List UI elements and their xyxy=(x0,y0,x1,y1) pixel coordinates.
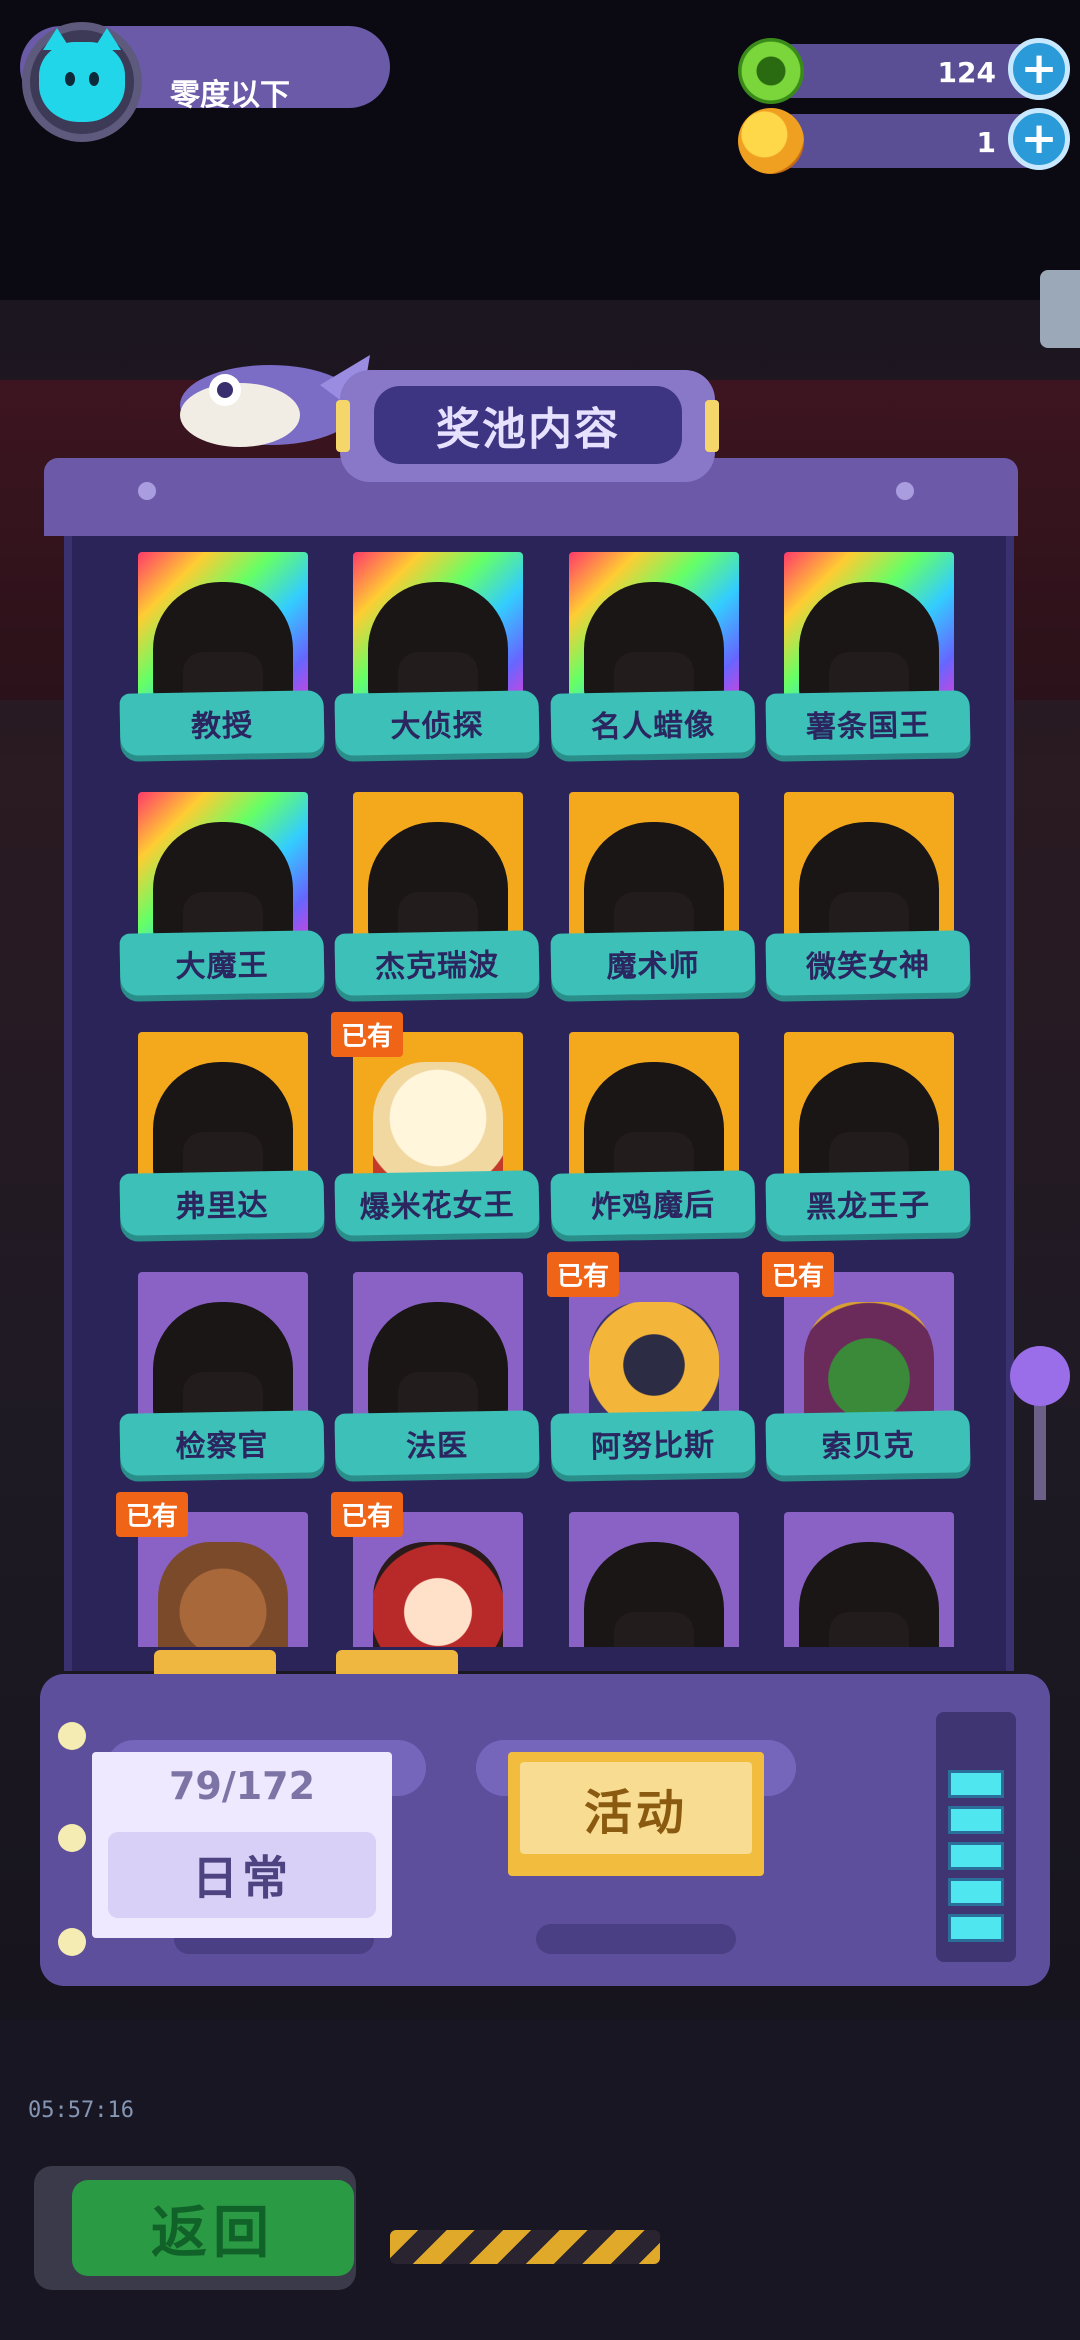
character-card[interactable]: 魔术师 xyxy=(550,792,756,1002)
owned-badge: 已有 xyxy=(331,1012,404,1057)
character-card[interactable]: 索贝克 已有 xyxy=(762,1252,971,1482)
activity-ticket[interactable]: 活动 xyxy=(508,1752,764,1876)
character-name: 法医 xyxy=(334,1410,540,1476)
character-card[interactable] xyxy=(766,1512,966,1647)
control-tab xyxy=(336,1650,458,1676)
owned-badge: 已有 xyxy=(331,1492,404,1537)
character-card[interactable]: 微笑女神 xyxy=(765,792,971,1002)
character-silhouette xyxy=(799,1542,939,1647)
daily-ticket[interactable]: 79/172 日常 xyxy=(92,1752,392,1938)
character-figure xyxy=(373,1542,503,1647)
character-name: 弗里达 xyxy=(119,1170,325,1236)
character-name: 爆米花女王 xyxy=(334,1170,540,1236)
character-card[interactable]: 阿努比斯 已有 xyxy=(547,1252,756,1482)
back-button-frame[interactable]: 返回 xyxy=(34,2166,356,2290)
character-card[interactable]: 黑龙王子 xyxy=(765,1032,971,1242)
player-name: 零度以下 xyxy=(170,78,290,113)
energy-meter xyxy=(936,1712,1016,1962)
character-name: 杰克瑞波 xyxy=(334,930,540,996)
character-card[interactable]: 大侦探 xyxy=(334,552,540,762)
indicator-dot xyxy=(58,1928,86,1956)
currency-planet-token: 1 + xyxy=(738,108,1070,174)
character-name: 薯条国王 xyxy=(765,690,971,756)
character-figure xyxy=(158,1542,288,1647)
character-silhouette xyxy=(584,1542,724,1647)
background-timer: 05:57:16 xyxy=(28,2098,134,2123)
owned-badge: 已有 xyxy=(547,1252,620,1297)
add-planet-token-button[interactable]: + xyxy=(1008,108,1070,170)
character-portrait xyxy=(569,1512,739,1647)
character-card[interactable]: 薯条国王 xyxy=(765,552,971,762)
add-green-coin-button[interactable]: + xyxy=(1008,38,1070,100)
green-coin-value: 124 xyxy=(937,56,996,89)
character-name: 黑龙王子 xyxy=(765,1170,971,1236)
currency-green-coin: 124 + xyxy=(738,38,1070,104)
character-card[interactable]: 检察官 xyxy=(119,1272,325,1482)
activity-tab-button[interactable]: 活动 xyxy=(520,1762,752,1854)
character-card[interactable]: 已有 xyxy=(331,1492,535,1647)
character-name: 名人蜡像 xyxy=(550,690,756,756)
character-card[interactable]: 爆米花女王 已有 xyxy=(331,1012,540,1242)
side-clip-icon[interactable] xyxy=(1040,270,1080,348)
character-name: 阿努比斯 xyxy=(550,1410,756,1476)
character-card[interactable]: 杰克瑞波 xyxy=(334,792,540,1002)
character-name: 炸鸡魔后 xyxy=(550,1170,756,1236)
page-title: 奖池内容 xyxy=(374,386,682,464)
character-name: 索贝克 xyxy=(765,1410,971,1476)
character-name: 大侦探 xyxy=(334,690,540,756)
collection-progress: 79/172 xyxy=(168,1764,316,1808)
character-grid[interactable]: 教授 大侦探 名人蜡像 薯条国王 大魔王 杰克瑞波 魔术师 微笑女神 弗里达 爆米花女王 已有 炸鸡魔… xyxy=(72,552,1006,1647)
character-card[interactable]: 大魔王 xyxy=(119,792,325,1002)
character-portrait xyxy=(784,1512,954,1647)
lever-knob-icon xyxy=(1010,1346,1070,1406)
character-name: 大魔王 xyxy=(119,930,325,996)
character-card[interactable]: 教授 xyxy=(119,552,325,762)
title-plate: 奖池内容 xyxy=(336,370,719,482)
character-name: 微笑女神 xyxy=(765,930,971,996)
slot-bottom xyxy=(536,1924,736,1954)
back-button[interactable]: 返回 xyxy=(72,2180,354,2276)
character-card[interactable]: 法医 xyxy=(334,1272,540,1482)
owned-badge: 已有 xyxy=(762,1252,835,1297)
character-card[interactable] xyxy=(551,1512,751,1647)
character-card[interactable]: 已有 xyxy=(116,1492,320,1647)
character-card[interactable]: 弗里达 xyxy=(119,1032,325,1242)
character-card[interactable]: 名人蜡像 xyxy=(550,552,756,762)
indicator-dot xyxy=(58,1722,86,1750)
planet-token-icon xyxy=(738,108,804,174)
planet-token-value: 1 xyxy=(976,126,996,159)
avatar[interactable] xyxy=(22,22,142,142)
control-tab xyxy=(154,1650,276,1676)
prize-pool-panel: 教授 大侦探 名人蜡像 薯条国王 大魔王 杰克瑞波 魔术师 微笑女神 弗里达 爆米花女王 已有 炸鸡魔… xyxy=(64,536,1014,1671)
character-name: 魔术师 xyxy=(550,930,756,996)
indicator-dot xyxy=(58,1824,86,1852)
hazard-stripe xyxy=(390,2230,660,2264)
character-card[interactable]: 炸鸡魔后 xyxy=(550,1032,756,1242)
owned-badge: 已有 xyxy=(116,1492,189,1537)
cat-avatar-icon xyxy=(39,28,125,122)
daily-tab-button[interactable]: 日常 xyxy=(108,1832,376,1918)
green-coin-icon xyxy=(738,38,804,104)
character-name: 教授 xyxy=(119,690,325,756)
character-name: 检察官 xyxy=(119,1410,325,1476)
